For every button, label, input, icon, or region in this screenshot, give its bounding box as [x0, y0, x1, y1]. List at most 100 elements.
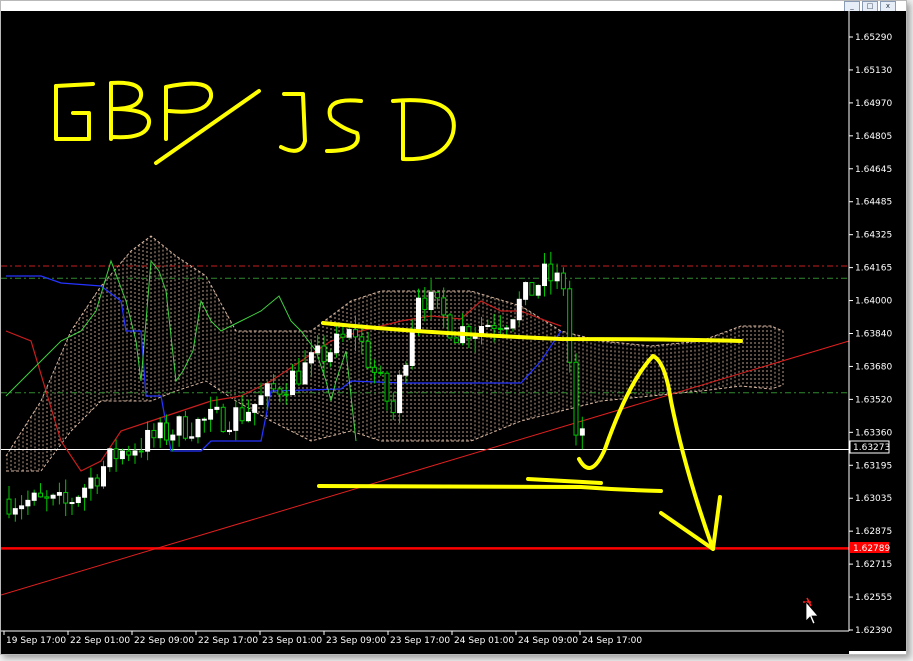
- bear-candle: [434, 291, 440, 299]
- bear-candle: [560, 272, 566, 290]
- bull-candle: [31, 492, 37, 501]
- price-label: 1.64000: [855, 297, 892, 307]
- bull-candle: [195, 418, 201, 438]
- price-label: 1.63035: [855, 494, 892, 504]
- time-label: 23 Sep 17:00: [390, 636, 450, 646]
- bear-candle: [164, 422, 169, 441]
- bear-candle: [94, 477, 100, 487]
- bull-candle: [258, 395, 264, 406]
- price-label: 1.64165: [855, 264, 892, 274]
- bull-candle: [170, 434, 176, 441]
- bull-candle: [334, 333, 340, 354]
- bear-candle: [239, 407, 245, 422]
- price-label: 1.64805: [855, 132, 892, 142]
- bull-candle: [554, 272, 560, 282]
- bear-candle: [113, 448, 119, 460]
- bear-candle: [548, 263, 554, 282]
- bull-candle: [88, 477, 94, 489]
- bear-candle: [441, 297, 447, 316]
- bull-candle: [416, 297, 421, 331]
- price-label: 1.64325: [855, 231, 892, 241]
- bull-candle: [245, 411, 251, 422]
- price-label: 1.64970: [855, 99, 892, 109]
- bear-candle: [63, 492, 69, 504]
- bull-candle: [510, 319, 516, 329]
- bull-candle: [504, 327, 510, 330]
- price-chart[interactable]: 1.65290 1.65130 1.64970 1.64805 1.64645 1.644…: [1, 11, 906, 654]
- line-price-tag: 1.62789: [853, 544, 890, 554]
- bear-candle: [365, 340, 371, 368]
- bull-candle: [69, 502, 75, 505]
- bull-candle: [119, 450, 125, 460]
- bear-candle: [573, 361, 579, 436]
- bear-candle: [220, 406, 226, 433]
- bull-candle: [208, 408, 214, 420]
- bull-candle: [189, 436, 195, 439]
- price-label: 1.65130: [855, 66, 892, 76]
- time-label: 22 Sep 09:00: [134, 636, 194, 646]
- bear-candle: [38, 492, 43, 498]
- time-label: 24 Sep 17:00: [582, 636, 642, 646]
- chart-window: _ □ x 1.65290 1.65130 1.64970 1.64805 1.6464…: [0, 0, 907, 655]
- price-label: 1.65290: [855, 33, 892, 43]
- bull-candle: [214, 406, 220, 410]
- time-label: 24 Sep 09:00: [518, 636, 578, 646]
- bull-candle: [397, 374, 403, 414]
- price-label: 1.63195: [855, 461, 892, 471]
- price-label: 1.63680: [855, 362, 892, 372]
- bull-candle: [542, 263, 547, 287]
- bull-candle: [523, 282, 529, 300]
- bull-candle: [56, 492, 62, 496]
- time-label: 22 Sep 01:00: [70, 636, 130, 646]
- bull-candle: [535, 285, 541, 296]
- bear-candle: [529, 282, 535, 296]
- bear-candle: [567, 288, 573, 363]
- bear-candle: [340, 333, 346, 338]
- bull-candle: [485, 324, 491, 328]
- bear-candle: [44, 496, 50, 499]
- bull-candle: [157, 422, 163, 439]
- bear-candle: [359, 336, 365, 342]
- price-label: 1.62875: [855, 527, 892, 537]
- bull-candle: [315, 345, 321, 354]
- bear-candle: [182, 416, 188, 439]
- time-label: 23 Sep 01:00: [262, 636, 322, 646]
- bear-candle: [138, 450, 144, 453]
- price-label: 1.63840: [855, 330, 892, 340]
- price-label: 1.64645: [855, 165, 892, 175]
- window-controls: _ □ x: [844, 1, 896, 12]
- bull-candle: [132, 450, 138, 456]
- bull-candle: [50, 494, 56, 499]
- bull-candle: [19, 505, 25, 510]
- time-label: 22 Sep 17:00: [198, 636, 258, 646]
- bull-candle: [145, 429, 151, 452]
- bear-candle: [283, 393, 289, 396]
- bull-candle: [479, 326, 484, 334]
- bear-candle: [422, 297, 428, 311]
- bull-candle: [227, 429, 232, 433]
- bull-candle: [252, 404, 258, 413]
- bull-candle: [82, 487, 88, 498]
- bear-candle: [321, 345, 327, 363]
- bull-candle: [428, 291, 434, 311]
- bear-candle: [384, 372, 390, 402]
- bear-candle: [378, 371, 384, 374]
- bull-candle: [579, 428, 585, 436]
- bear-candle: [296, 370, 302, 385]
- bear-candle: [353, 329, 358, 338]
- bear-candle: [277, 388, 283, 395]
- bull-candle: [346, 329, 352, 338]
- bear-candle: [126, 450, 132, 456]
- bull-candle: [409, 329, 415, 366]
- bull-candle: [25, 499, 31, 507]
- bull-candle: [176, 416, 182, 436]
- bull-candle: [302, 362, 308, 385]
- bull-candle: [12, 508, 18, 515]
- time-label: 23 Sep 09:00: [326, 636, 386, 646]
- bull-candle: [516, 298, 522, 321]
- price-label: 1.63520: [855, 395, 892, 405]
- bull-candle: [327, 352, 333, 363]
- price-label: 1.62390: [855, 626, 892, 636]
- bull-candle: [75, 496, 81, 504]
- price-label: 1.62555: [855, 593, 892, 603]
